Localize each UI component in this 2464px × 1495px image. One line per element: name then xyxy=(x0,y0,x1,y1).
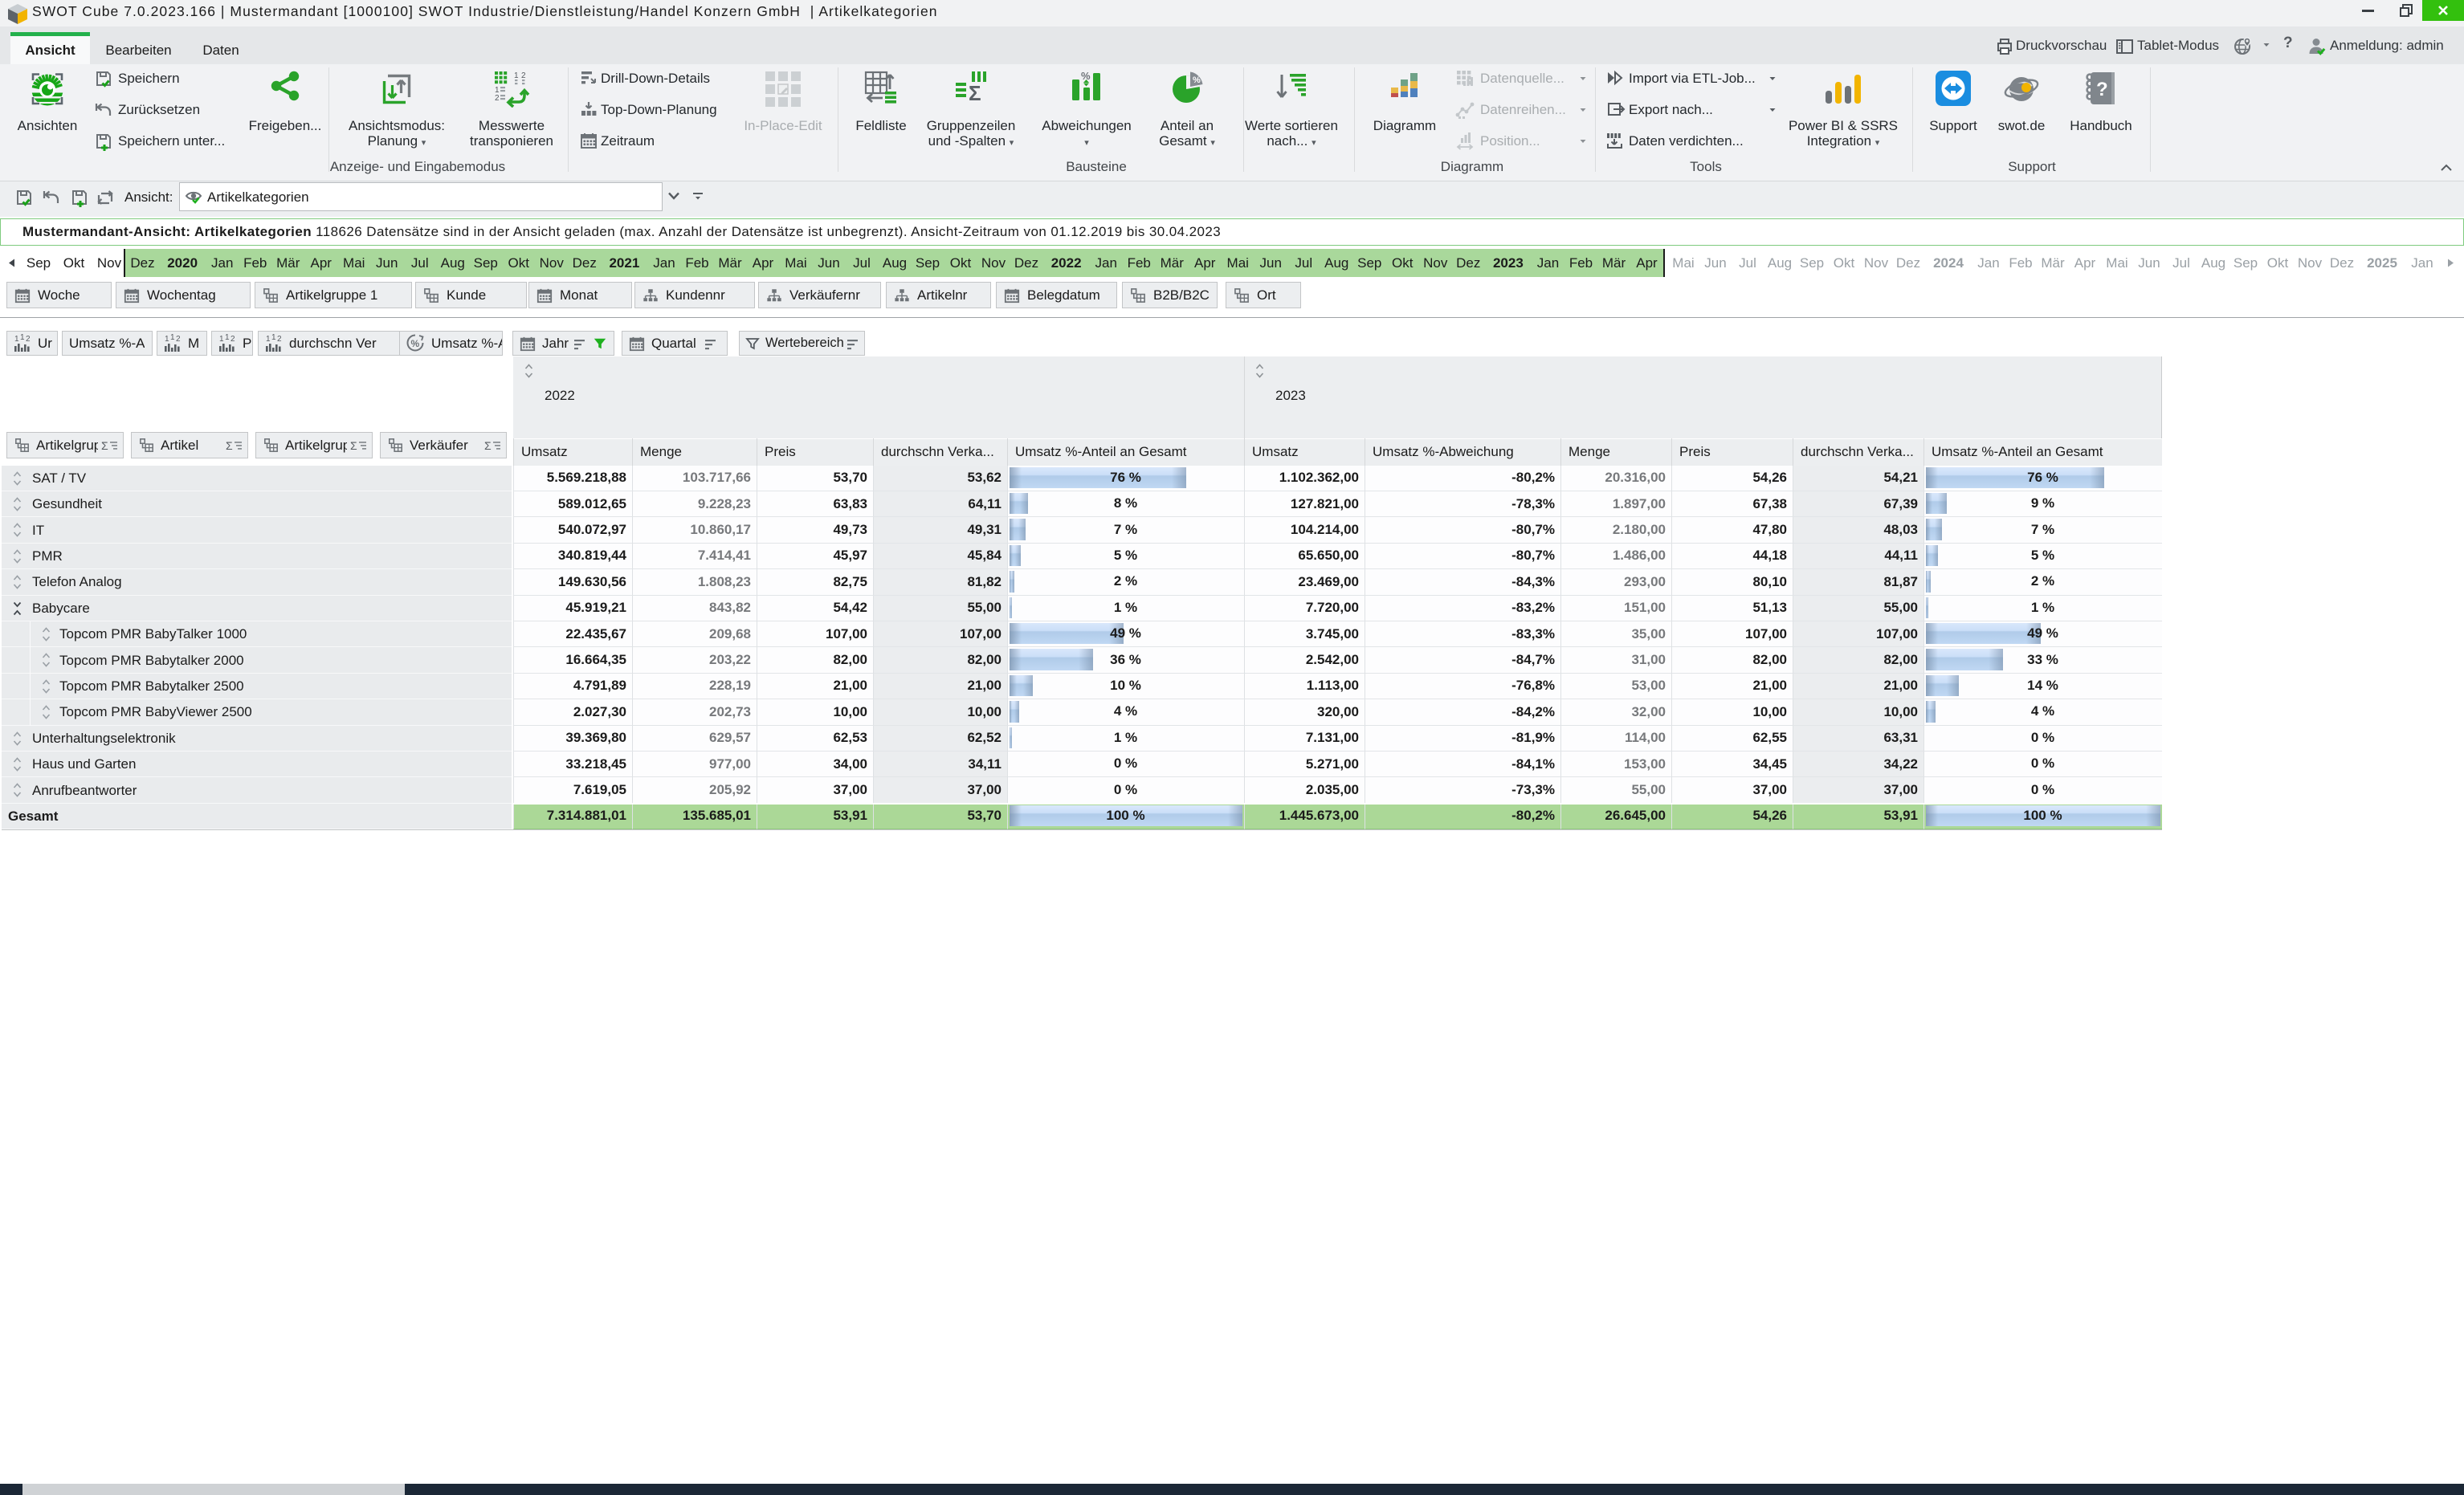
svg-text:Σ: Σ xyxy=(101,439,108,452)
svg-text:Σ: Σ xyxy=(484,439,492,452)
svg-text:Σ: Σ xyxy=(350,439,357,452)
svg-text:Σ: Σ xyxy=(226,439,233,452)
